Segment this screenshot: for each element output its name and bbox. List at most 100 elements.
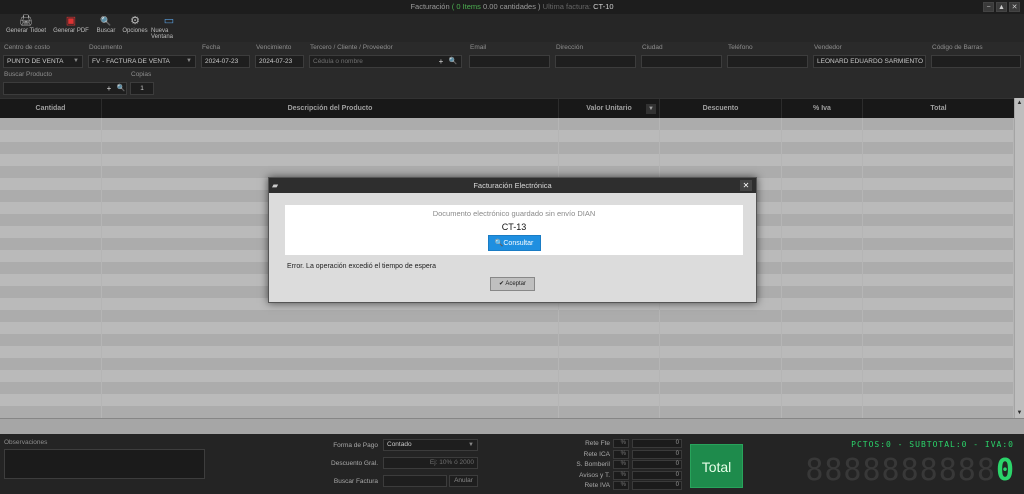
email-field[interactable] [469,55,550,68]
chevron-down-icon: ▼ [73,58,79,64]
observaciones-textarea[interactable] [4,449,205,479]
buscar-factura-input[interactable] [383,475,447,487]
retencion-label: Avisos y T. [579,471,610,479]
nueva-ventana-button[interactable]: ▭ Nueva Ventana [151,14,187,42]
toolbar: 🖨 Generar Tidoet ▣ Generar PDF 🔍 Buscar … [0,14,1024,42]
retencion-value: 0 [632,460,682,469]
retencion-value: 0 [632,449,682,459]
title-bar: Facturación ( 0 Items 0.00 cantidades ) … [0,0,1024,14]
opciones-button[interactable]: ⚙ Opciones [121,14,149,42]
aceptar-button[interactable]: ✔ Aceptar [490,277,535,291]
retencion-label: Rete IVA [584,482,610,489]
add-product-icon[interactable]: + [104,83,114,94]
close-dialog-button[interactable]: ✕ [740,180,752,191]
totals-summary: PCTOS:0 - SUBTOTAL:0 - IVA:0 [851,440,1014,449]
descuento-gral-label: Descuento Gral. [331,460,378,467]
tercero-label: Tercero / Cliente / Proveedor [310,44,393,51]
check-icon: ✔ [498,281,504,287]
chevron-down-icon: ▼ [468,442,474,448]
direccion-field[interactable] [555,55,636,68]
retencion-value: 0 [632,470,682,480]
gear-icon: ⚙ [130,15,140,27]
buscar-button[interactable]: 🔍 Buscar [93,14,119,42]
footer-panel: Observaciones Forma de Pago Contado ▼ Des… [0,434,1024,494]
search-product-icon[interactable]: 🔍 [116,83,126,94]
toolbar-label: Nueva Ventana [151,28,174,40]
document-code: CT-13 [501,222,527,232]
lcd-total-value: 0 [995,453,1015,488]
retencion-percent[interactable]: % [613,449,629,459]
buscar-factura-label: Buscar Factura [333,478,378,485]
close-window-button[interactable]: ✕ [1009,2,1020,12]
forma-pago-label: Forma de Pago [333,442,378,449]
search-icon[interactable]: 🔍 [448,56,458,67]
dialog-title: Facturación Electrónica [473,181,552,190]
retencion-value: 0 [632,439,682,448]
retencion-label: Rete ICA [583,450,610,458]
generar-tidoet-button[interactable]: 🖨 Generar Tidoet [3,14,49,42]
facturacion-electronica-dialog: ▰ Facturación Electrónica ✕ Documento el… [268,177,757,303]
retencion-percent[interactable]: % [613,460,629,469]
toolbar-label: Opciones [122,28,148,34]
items-count: ( 0 Items [451,2,481,11]
telefono-field[interactable] [727,55,808,68]
codigo-barras-field[interactable] [931,55,1021,68]
aceptar-label: Aceptar [505,281,527,287]
retencion-percent[interactable]: % [613,470,629,480]
window-controls: − ▲ ✕ [983,2,1020,12]
documento-select[interactable]: FV - FACTURA DE VENTA ▼ [88,55,196,68]
retencion-value: 0 [632,481,682,490]
amount-count: 0.00 cantidades ) [483,2,541,11]
observaciones-label: Observaciones [4,439,48,446]
toolbar-label: Generar PDF [53,28,89,34]
total-button[interactable]: Total [690,444,743,488]
centro-costo-label: Centro de costo [4,44,50,51]
centro-costo-select[interactable]: PUNTO DE VENTA ▼ [3,55,83,68]
last-invoice-number: CT-10 [593,2,614,11]
pdf-icon: ▣ [65,15,77,27]
forma-pago-value: Contado [387,441,412,448]
consultar-button[interactable]: 🔍Consultar [487,235,541,251]
vendedor-label: Vendedor [814,44,842,51]
documento-label: Documento [89,44,123,51]
minimize-button[interactable]: − [983,2,994,12]
invoice-header: Centro de costo PUNTO DE VENTA ▼ Document… [0,42,1024,98]
search-icon: 🔍 [100,16,112,26]
copias-field[interactable]: 1 [130,82,154,95]
consultar-label: Consultar [503,240,534,247]
copias-label: Copias [131,71,152,78]
anular-button[interactable]: Anular [449,475,478,487]
direccion-label: Dirección [556,44,584,51]
comment-icon: ▰ [272,181,279,190]
toolbar-label: Buscar [96,28,116,34]
dialog-message: Documento electrónico guardado sin envío… [432,209,596,218]
documento-value: FV - FACTURA DE VENTA [92,58,170,65]
centro-costo-value: PUNTO DE VENTA [7,58,64,65]
descuento-gral-input[interactable]: Ej: 10% ó 2000 [383,457,478,469]
forma-pago-select[interactable]: Contado ▼ [383,439,478,451]
codigo-barras-label: Código de Barras [932,44,983,51]
generar-pdf-button[interactable]: ▣ Generar PDF [51,14,91,42]
add-icon[interactable]: + [436,56,446,67]
window-title: Facturación [410,2,450,11]
last-invoice-label: Ultima factura: [542,2,592,11]
dialog-content: Documento electrónico guardado sin envío… [285,205,743,255]
facturacion-window: Facturación ( 0 Items 0.00 cantidades ) … [0,0,1024,494]
fecha-field[interactable]: 2024-07-23 [201,55,250,68]
vencimiento-field[interactable]: 2024-07-23 [255,55,304,68]
retencion-label: S. Bomberil [576,461,610,468]
fecha-label: Fecha [202,44,221,51]
monitor-icon: ▭ [163,15,175,27]
retencion-percent[interactable]: % [613,481,629,490]
retencion-percent[interactable]: % [613,439,629,448]
vencimiento-label: Vencimiento [256,44,292,51]
ciudad-label: Ciudad [642,44,663,51]
vendedor-field[interactable]: LEONARD EDUARDO SARMIENTO [813,55,926,68]
total-display: 88888888880 [765,454,1015,488]
maximize-button[interactable]: ▲ [996,2,1007,12]
ciudad-field[interactable] [641,55,722,68]
printer-icon: 🖨 [19,15,33,27]
retencion-label: Rete Fte [585,440,610,447]
chevron-down-icon: ▼ [186,58,192,64]
telefono-label: Teléfono [728,44,753,51]
